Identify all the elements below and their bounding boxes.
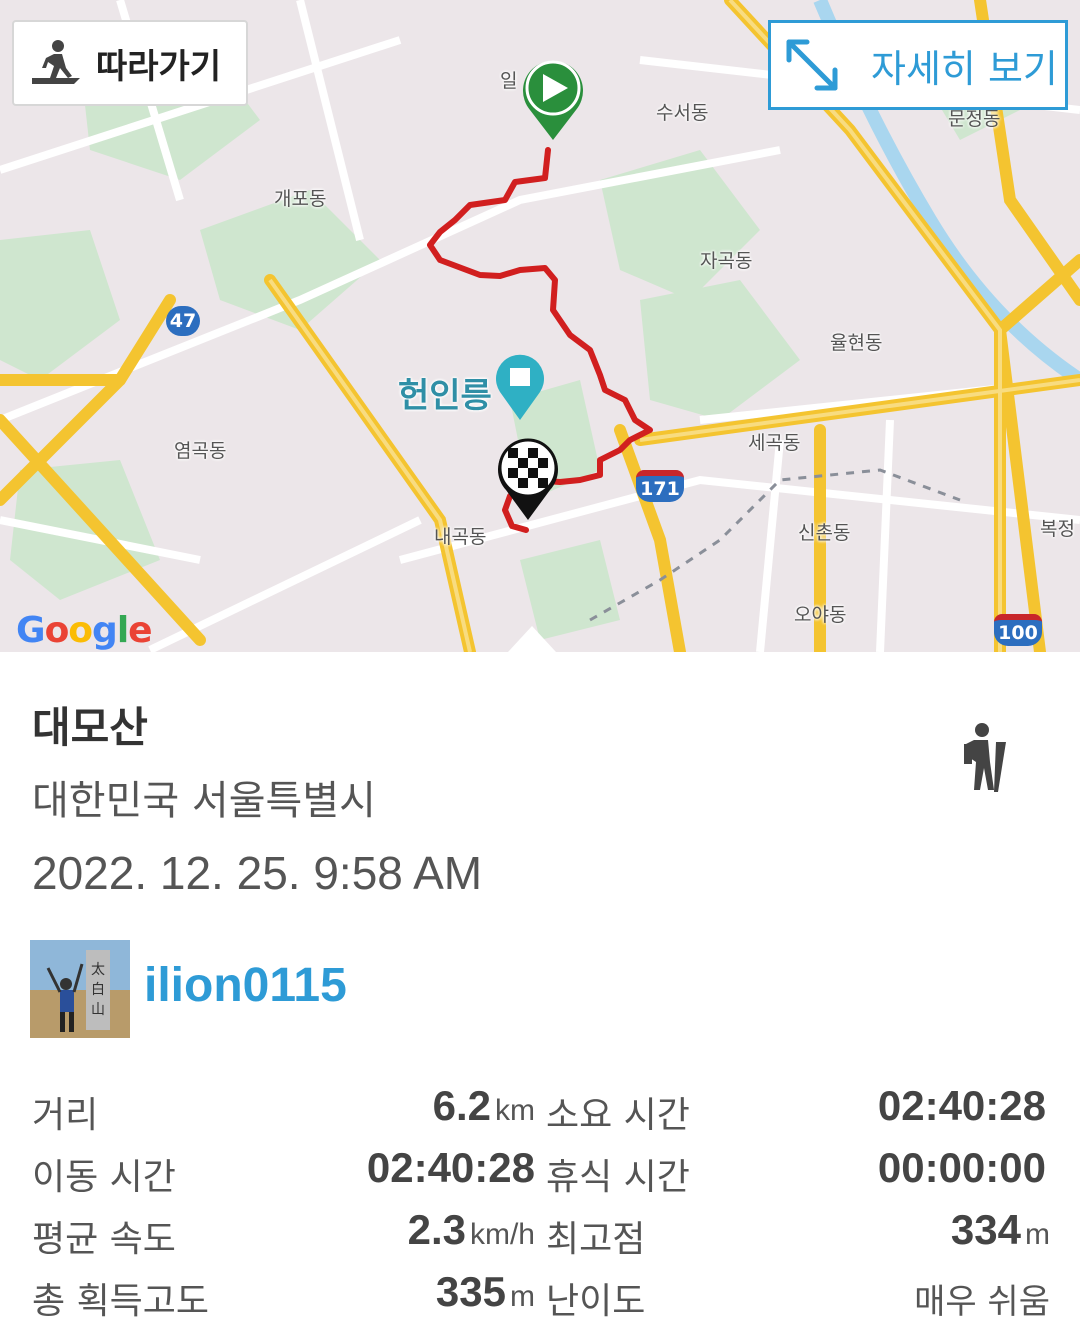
max-altitude-value: 334 m [950, 1206, 1050, 1253]
activity-datetime: 2022. 12. 25. 9:58 AM [32, 847, 483, 899]
map-label-il: 일 [500, 70, 518, 92]
route-47-shield: 47 [166, 306, 200, 336]
svg-text:白: 白 [91, 982, 105, 998]
avg-speed-value: 2.3 km/h [407, 1206, 535, 1253]
difficulty-value: 매우 쉬움 [914, 1282, 1050, 1322]
rest-time-label: 휴식 시간 [546, 1157, 690, 1198]
map-label-suseo: 수서동 [656, 102, 709, 124]
expand-icon [786, 39, 838, 91]
detail-view-button[interactable]: 자세히 보기 [768, 20, 1068, 110]
hiking-icon [964, 723, 1006, 792]
activity-location: 대한민국 서울특별시 [32, 778, 376, 824]
stats-row-2: 이동 시간 02:40:28 휴식 시간 00:00:00 [0, 1144, 1080, 1208]
route-100-shield: 100 [994, 614, 1042, 646]
start-pin-icon [523, 60, 583, 140]
distance-value: 6.2 km [432, 1082, 535, 1129]
follow-walker-icon [32, 40, 80, 84]
svg-text:山: 山 [91, 1002, 105, 1018]
username-link[interactable]: ilion0115 [144, 958, 347, 1013]
avg-speed-label: 평균 속도 [32, 1219, 176, 1260]
moving-time-value: 02:40:28 [366, 1144, 535, 1191]
follow-button-label: 따라가기 [96, 46, 222, 87]
stats-row-3: 평균 속도 2.3 km/h 최고점 334 m [0, 1206, 1080, 1270]
map-label-heonilleung: 헌인릉 [398, 376, 492, 416]
stats-row-1: 거리 6.2 km 소요 시간 02:40:28 [0, 1082, 1080, 1146]
route-171-shield: 171 [636, 470, 684, 502]
max-altitude-label: 최고점 [546, 1219, 646, 1260]
svg-text:太: 太 [91, 962, 105, 978]
total-time-label: 소요 시간 [546, 1095, 690, 1136]
map-label-oya: 오야동 [794, 604, 847, 626]
stats-row-4: 총 획득고도 335 m 난이도 매우 쉬움 [0, 1268, 1080, 1332]
distance-label: 거리 [32, 1095, 99, 1136]
moving-time-label: 이동 시간 [32, 1157, 176, 1198]
map-label-segok: 세곡동 [748, 432, 801, 454]
map-label-yulhyeon: 율현동 [830, 332, 883, 354]
google-logo: Google [16, 610, 153, 651]
detail-view-label: 자세히 보기 [871, 46, 1058, 91]
map-pointer [508, 626, 556, 652]
elevation-gain-label: 총 획득고도 [32, 1281, 210, 1322]
elevation-gain-value: 335 m [435, 1268, 535, 1315]
map-view[interactable]: 일 수서동 개포동 자곡동 율현동 헌인릉 염곡동 세곡동 내곡동 신촌동 오야… [0, 0, 1080, 652]
map-label-jagok: 자곡동 [700, 250, 753, 272]
avatar[interactable]: 太 白 山 [30, 940, 130, 1038]
map-label-sinchon: 신촌동 [798, 522, 851, 544]
rest-time-value: 00:00:00 [877, 1144, 1046, 1191]
follow-button[interactable]: 따라가기 [12, 20, 248, 106]
map-label-gaepo: 개포동 [274, 188, 327, 210]
total-time-value: 02:40:28 [877, 1082, 1046, 1129]
map-label-bokjeong: 복정 [1040, 518, 1075, 540]
map-label-naegok: 내곡동 [434, 526, 487, 548]
difficulty-label: 난이도 [546, 1281, 646, 1322]
activity-title: 대모산 [32, 703, 148, 752]
map-label-yeomgok: 염곡동 [174, 440, 227, 462]
